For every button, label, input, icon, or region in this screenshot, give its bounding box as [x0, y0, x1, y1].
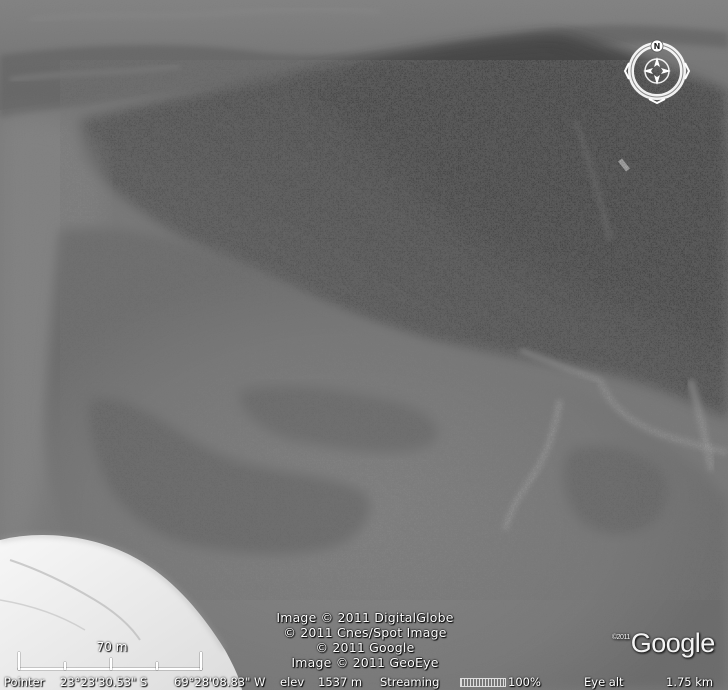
- logo-text: Google: [630, 628, 716, 658]
- scale-label: 70 m: [96, 640, 128, 654]
- streaming-label: Streaming: [380, 675, 440, 689]
- eye-alt-label: Eye alt: [584, 675, 624, 689]
- credit-line: © 2011 Cnes/Spot Image: [283, 625, 447, 640]
- scale-tick: [64, 662, 66, 670]
- compass-north-label: N: [654, 42, 661, 51]
- pointer-latitude: 23°23'30.53" S: [60, 675, 148, 689]
- credit-line: Image © 2011 DigitalGlobe: [276, 610, 454, 625]
- scale-tick: [200, 652, 202, 670]
- credit-line: Image © 2011 GeoEye: [291, 655, 439, 670]
- imagery-credits: Image © 2011 DigitalGlobe © 2011 Cnes/Sp…: [260, 610, 470, 670]
- pointer-label: Pointer: [4, 675, 45, 689]
- google-logo: ©2011Google: [612, 628, 715, 662]
- scale-tick: [18, 652, 20, 670]
- map-viewport[interactable]: N Image © 2011 DigitalGlobe © 2011 Cnes/…: [0, 0, 728, 690]
- scale-bar: 70 m: [16, 640, 206, 670]
- elevation-label: elev: [280, 675, 305, 689]
- compass-rose-icon[interactable]: N: [623, 37, 691, 105]
- satellite-terrain-image[interactable]: [0, 0, 728, 690]
- streaming-percent: 100%: [508, 675, 541, 689]
- credit-line: © 2011 Google: [315, 640, 415, 655]
- elevation-value: 1537 m: [318, 675, 363, 689]
- eye-alt-value: 1.75 km: [666, 675, 714, 689]
- pointer-longitude: 69°28'08.83" W: [174, 675, 266, 689]
- scale-tick: [156, 662, 158, 670]
- streaming-progress-bar: [460, 678, 506, 687]
- scale-tick: [110, 658, 112, 670]
- logo-copyright: ©2011: [612, 634, 630, 641]
- status-bar: Pointer 23°23'30.53" S 69°28'08.83" W el…: [0, 674, 728, 690]
